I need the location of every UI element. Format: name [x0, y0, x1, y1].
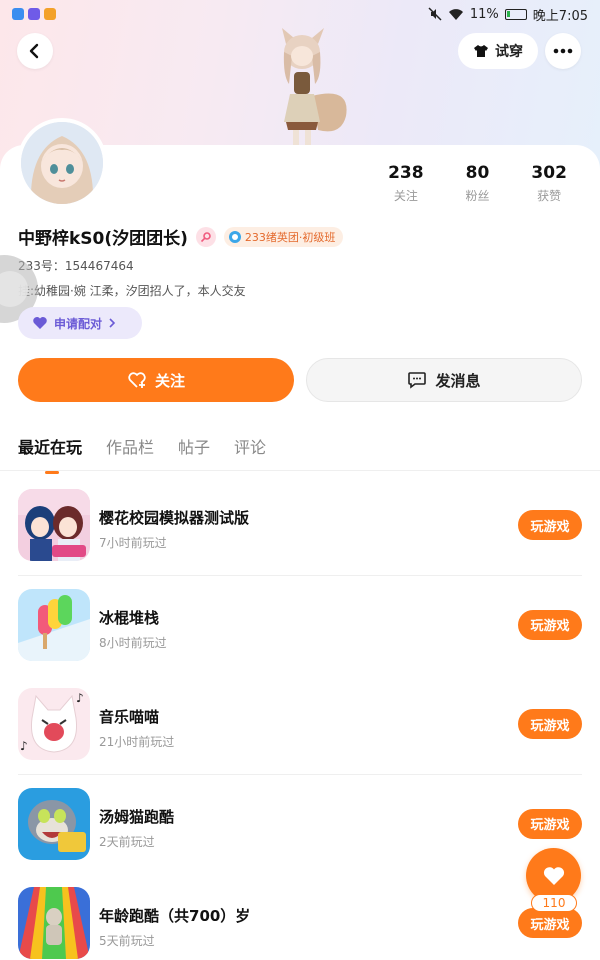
game-last-played: 7小时前玩过: [99, 536, 167, 550]
tab-recently-played[interactable]: 最近在玩: [18, 434, 82, 474]
clock: 晚上7:05: [532, 8, 588, 24]
more-button[interactable]: [545, 33, 581, 69]
sakura-school-icon[interactable]: [18, 489, 90, 561]
shirt-icon: [474, 45, 488, 57]
tab-works[interactable]: 作品栏: [106, 434, 154, 474]
play-game-button[interactable]: 玩游戏: [518, 510, 582, 540]
game-title: 音乐喵喵: [99, 708, 160, 726]
message-button[interactable]: 发消息: [306, 358, 582, 402]
try-on-label: 试穿: [495, 44, 523, 60]
battery-percent: 11%: [469, 6, 499, 22]
game-info: 汤姆猫跑酷 2天前玩过: [99, 806, 174, 850]
message-label: 发消息: [435, 371, 481, 390]
stat-following[interactable]: 238 关注: [370, 163, 442, 204]
avatar-image: [21, 122, 103, 204]
chevron-right-icon: [109, 318, 116, 328]
level-badge[interactable]: 233绪英团·初级班: [223, 226, 344, 247]
stat-followers[interactable]: 80 粉丝: [442, 163, 514, 204]
badge-icon: [228, 230, 241, 243]
avatar-3d-figure[interactable]: [256, 26, 356, 148]
svg-text:♪: ♪: [76, 691, 84, 705]
name-row: 中野梓kS0(汐团团长) 233绪英团·初级班: [18, 224, 344, 249]
status-app-icons: [12, 8, 56, 20]
like-count-badge: 110: [531, 894, 577, 912]
stat-label: 粉丝: [465, 189, 490, 203]
game-info: 冰棍堆栈 8小时前玩过: [99, 607, 167, 651]
game-info: 音乐喵喵 21小时前玩过: [99, 706, 174, 750]
profile-tabs: 最近在玩 作品栏 帖子 评论: [18, 434, 266, 474]
tom-run-icon[interactable]: [18, 787, 90, 860]
wifi-icon: [448, 8, 463, 20]
game-last-played: 5天前玩过: [99, 934, 155, 948]
female-gender-icon: [195, 226, 216, 247]
stat-label: 获赞: [537, 189, 562, 203]
profile-stats: 238 关注 80 粉丝 302 获赞: [370, 163, 585, 204]
list-item[interactable]: 冰棍堆栈 8小时前玩过 玩游戏: [0, 574, 600, 675]
user-name: 中野梓kS0(汐团团长): [18, 229, 188, 249]
game-info: 樱花校园模拟器测试版 7小时前玩过: [99, 507, 249, 551]
play-game-button[interactable]: 玩游戏: [518, 808, 582, 839]
game-title: 汤姆猫跑酷: [99, 807, 175, 826]
game-last-played: 2天前玩过: [99, 834, 155, 849]
more-dots-icon: [553, 48, 573, 54]
request-match-button[interactable]: 申请配对: [18, 307, 142, 339]
tabs-divider: [0, 470, 600, 471]
list-item[interactable]: 年龄跑酷（共700）岁 5天前玩过 玩游戏: [0, 873, 600, 960]
list-item[interactable]: 汤姆猫跑酷 2天前玩过 玩游戏: [0, 773, 600, 874]
game-title: 樱花校园模拟器测试版: [99, 509, 250, 527]
game-last-played: 8小时前玩过: [99, 635, 167, 650]
chevron-left-icon: [29, 43, 39, 59]
follow-label: 关注: [154, 371, 185, 390]
try-on-button[interactable]: 试穿: [458, 33, 538, 69]
stat-value: 238: [388, 163, 424, 183]
popsicle-stack-icon[interactable]: [18, 588, 90, 661]
music-cat-icon[interactable]: ♪ ♪: [18, 688, 90, 760]
stat-label: 关注: [393, 189, 418, 203]
notification-app-icon: [28, 8, 40, 20]
list-item[interactable]: 樱花校园模拟器测试版 7小时前玩过 玩游戏: [0, 475, 600, 575]
age-run-icon[interactable]: [18, 887, 90, 959]
tab-comments[interactable]: 评论: [234, 434, 266, 474]
follow-button[interactable]: 关注: [18, 358, 294, 402]
status-bar: 11% 晚上7:05: [0, 0, 600, 28]
status-indicators: 11% 晚上7:05: [428, 5, 588, 24]
chat-icon: [408, 372, 427, 389]
play-game-button[interactable]: 玩游戏: [518, 709, 582, 739]
battery-icon: [504, 8, 527, 20]
avatar[interactable]: [17, 118, 107, 208]
user-id: 233号：154467464: [18, 259, 134, 273]
request-match-label: 申请配对: [54, 316, 103, 331]
heart-icon: [33, 317, 47, 329]
game-last-played: 21小时前玩过: [99, 735, 175, 749]
user-signature: 挂:幼稚园·婉 江柔，汐团招人了，本人交友: [18, 284, 246, 298]
game-info: 年龄跑酷（共700）岁 5天前玩过: [99, 905, 250, 949]
stat-value: 302: [531, 163, 567, 183]
list-item[interactable]: ♪ ♪ 音乐喵喵 21小时前玩过 玩游戏: [0, 674, 600, 774]
recent-games-list: 樱花校园模拟器测试版 7小时前玩过 玩游戏 冰棍堆栈 8小时前玩过 玩游戏 ♪ …: [0, 475, 600, 960]
heart-icon: [543, 866, 564, 885]
notification-app-icon: [12, 8, 24, 20]
game-title: 冰棍堆栈: [99, 608, 160, 627]
tab-posts[interactable]: 帖子: [178, 434, 210, 474]
stat-likes[interactable]: 302 获赞: [513, 163, 585, 204]
stat-value: 80: [465, 163, 490, 183]
back-button[interactable]: [17, 33, 53, 69]
level-badge-label: 233绪英团·初级班: [244, 230, 336, 244]
mute-icon: [428, 7, 442, 21]
notification-app-icon: [44, 8, 56, 20]
svg-text:♪: ♪: [20, 739, 28, 753]
game-title: 年龄跑酷（共700）岁: [99, 907, 251, 925]
play-game-button[interactable]: 玩游戏: [518, 908, 582, 938]
play-game-button[interactable]: 玩游戏: [518, 609, 582, 640]
heart-plus-icon: [128, 372, 146, 388]
